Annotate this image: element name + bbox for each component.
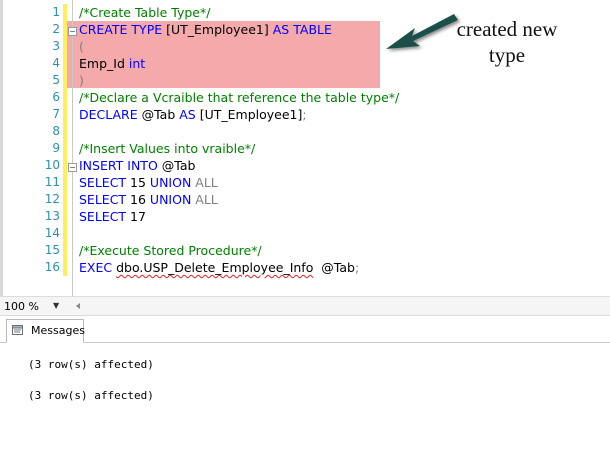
code-line[interactable]: ) (79, 72, 84, 89)
code-token: [UT_Employee1] (195, 107, 303, 122)
code-token: ALL (195, 175, 218, 190)
code-token: SELECT (79, 192, 127, 207)
line-number: 2 (52, 22, 60, 36)
code-token: Emp_Id (79, 56, 129, 71)
code-token: 17 (126, 209, 146, 224)
line-number: 16 (44, 260, 60, 274)
line-number: 6 (52, 90, 60, 104)
code-token: INTO (127, 158, 158, 173)
message-icon (12, 325, 23, 335)
tab-messages[interactable]: Messages (6, 319, 85, 343)
code-line[interactable]: /*Declare a Vcraible that reference the … (79, 89, 399, 106)
code-token: ( (79, 39, 84, 54)
code-line[interactable]: Emp_Id int (79, 55, 145, 72)
code-token: dbo.USP_Delete_Employee_Info (116, 260, 314, 275)
line-number: 9 (52, 141, 60, 155)
line-number: 12 (44, 192, 60, 206)
outline-line (72, 0, 73, 296)
code-token: @Tab (157, 158, 196, 173)
message-line: (3 row(s) affected) (28, 389, 154, 402)
code-token: /*Insert Values into vraible*/ (79, 141, 256, 156)
code-line[interactable]: EXEC dbo.USP_Delete_Employee_Info @Tab; (79, 259, 359, 276)
collapse-region-icon[interactable]: − (68, 27, 77, 36)
horizontal-scrollbar[interactable] (74, 301, 594, 311)
zoom-level[interactable]: 100 % (4, 300, 39, 313)
code-line[interactable]: /*Insert Values into vraible*/ (79, 140, 255, 157)
zoom-bar: 100 % ▼ (0, 296, 610, 316)
code-token: 15 (126, 175, 150, 190)
code-token: ALL (195, 192, 218, 207)
message-line: (3 row(s) affected) (28, 358, 154, 371)
line-number: 3 (52, 39, 60, 53)
code-line[interactable]: /*Create Table Type*/ (79, 4, 210, 21)
code-token: @Tab (137, 107, 180, 122)
code-token: AS (272, 22, 290, 37)
line-number: 1 (52, 5, 60, 19)
line-number: 14 (44, 226, 60, 240)
code-token: ; (302, 107, 307, 122)
code-token: SELECT (79, 209, 127, 224)
code-token: TYPE (131, 22, 163, 37)
code-line[interactable]: SELECT 15 UNION ALL (79, 174, 218, 191)
code-token: 16 (126, 192, 150, 207)
code-token: /*Create Table Type*/ (79, 5, 211, 20)
annotation-line: type (488, 43, 526, 67)
line-number: 10 (44, 158, 60, 172)
code-token: UNION (149, 192, 192, 207)
code-line[interactable]: SELECT 17 (79, 208, 146, 225)
code-line[interactable]: INSERT INTO @Tab (79, 157, 195, 174)
code-token: ) (79, 73, 84, 88)
code-token: INSERT (79, 158, 124, 173)
code-line[interactable]: DECLARE @Tab AS [UT_Employee1]; (79, 106, 307, 123)
code-line[interactable]: SELECT 16 UNION ALL (79, 191, 218, 208)
code-token: UNION (149, 175, 192, 190)
code-token: SELECT (79, 175, 127, 190)
line-number-gutter: 1 2 3 4 5 6 7 8 9 10 11 12 13 14 15 16 (3, 0, 60, 296)
code-token: DECLARE (79, 107, 138, 122)
collapse-region-icon[interactable]: − (68, 163, 77, 172)
chevron-down-icon[interactable]: ▼ (53, 301, 59, 310)
messages-pane: (3 row(s) affected) (3 row(s) affected) (0, 343, 610, 454)
line-number: 7 (52, 107, 60, 121)
code-token: ; (354, 260, 360, 275)
code-token: /*Execute Stored Procedure*/ (79, 243, 262, 258)
change-tracking-bar (63, 4, 67, 276)
code-token: /*Declare a Vcraible that reference the … (79, 90, 400, 105)
code-line[interactable]: CREATE TYPE [UT_Employee1] AS TABLE (79, 21, 332, 38)
code-token: @Tab (313, 260, 355, 275)
sql-editor[interactable]: 1 2 3 4 5 6 7 8 9 10 11 12 13 14 15 16 − − /*Create Tab… (0, 0, 610, 296)
code-line[interactable]: /*Execute Stored Procedure*/ (79, 242, 262, 259)
line-number: 15 (44, 243, 60, 257)
code-line[interactable]: ( (79, 38, 84, 55)
code-token: int (128, 56, 146, 71)
code-token: AS (179, 107, 196, 122)
annotation-text: created new type (432, 16, 582, 68)
line-number: 11 (44, 175, 60, 189)
code-token: TABLE (293, 22, 332, 37)
line-number: 13 (44, 209, 60, 223)
annotation-line: created new (456, 17, 558, 41)
code-token: [UT_Employee1] (162, 22, 273, 37)
tab-label: Messages (31, 324, 85, 337)
code-token: CREATE (79, 22, 128, 37)
line-number: 5 (52, 73, 60, 87)
code-token: EXEC (79, 260, 113, 275)
line-number: 8 (52, 124, 60, 138)
results-tabstrip: Messages (0, 316, 610, 343)
line-number: 4 (52, 56, 60, 70)
